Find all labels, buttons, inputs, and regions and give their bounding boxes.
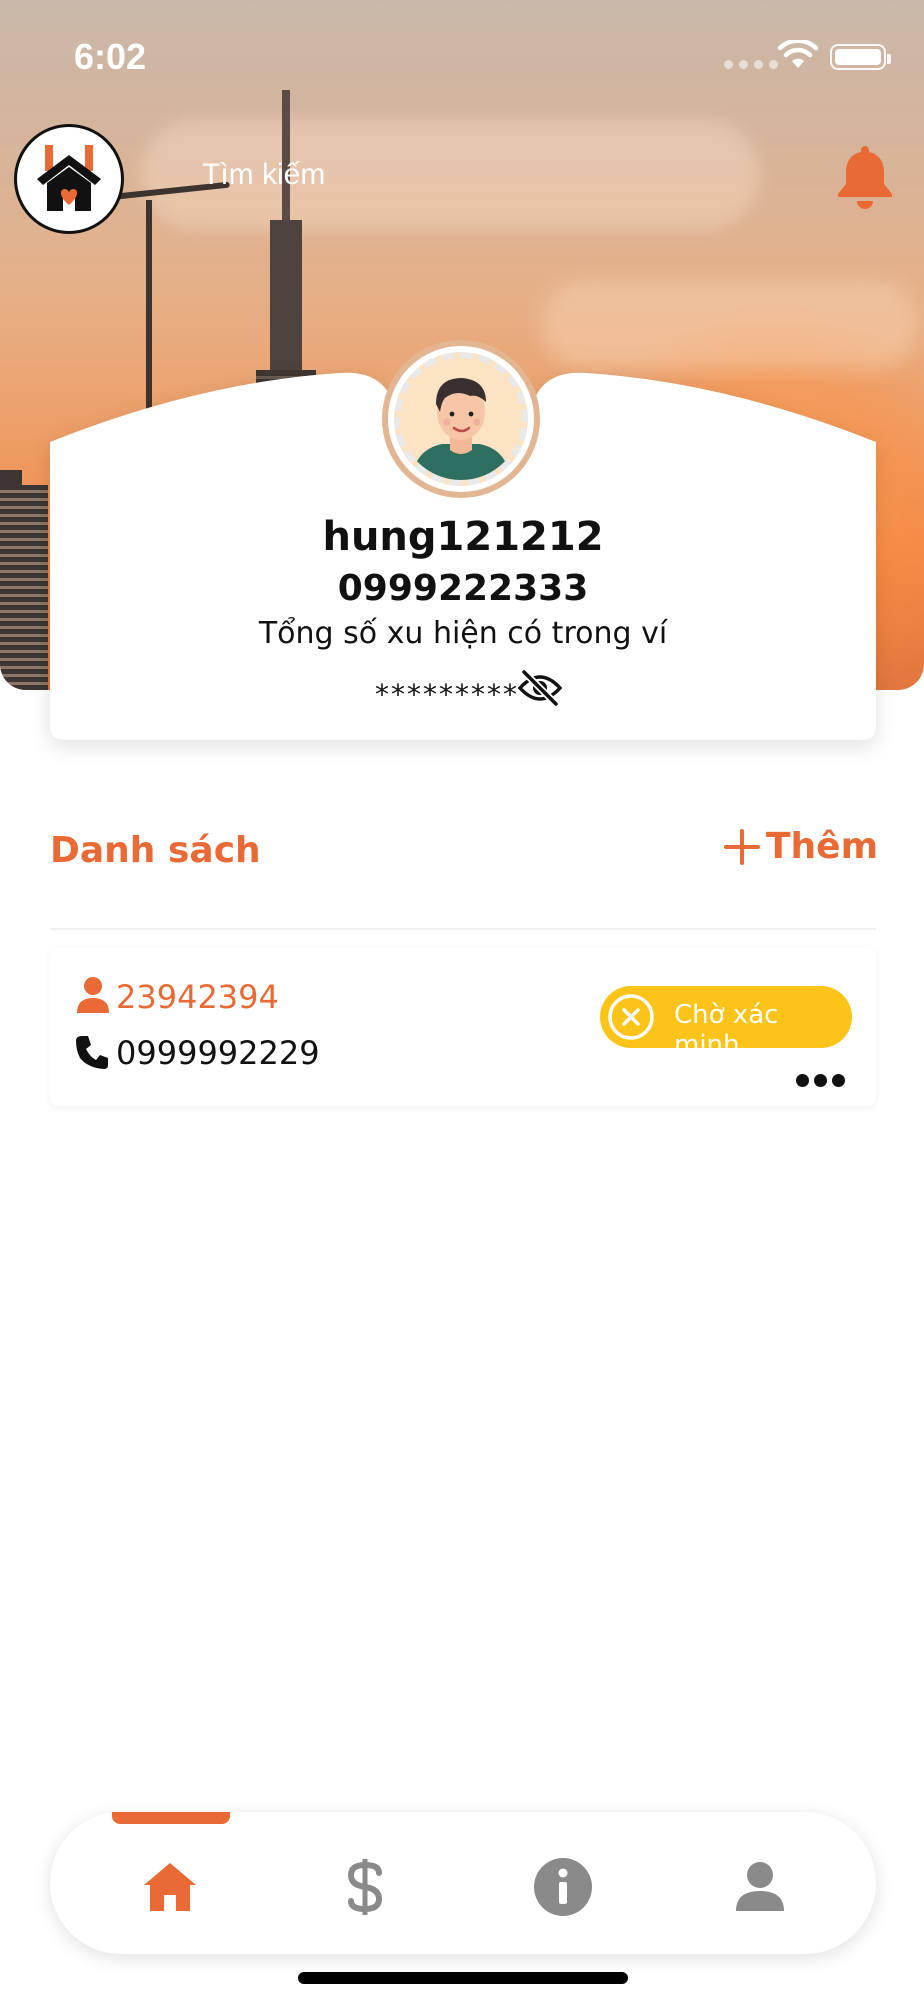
bottom-navigation bbox=[50, 1812, 876, 1954]
battery-icon bbox=[830, 44, 891, 70]
status-bar: 6:02 bbox=[0, 0, 924, 110]
phone-icon bbox=[76, 1036, 108, 1069]
house-logo-icon bbox=[37, 145, 101, 211]
wallet-balance-hidden: ********* bbox=[375, 678, 519, 711]
app-logo[interactable] bbox=[14, 124, 124, 234]
wifi-icon bbox=[778, 40, 818, 68]
nav-profile[interactable] bbox=[725, 1852, 795, 1922]
more-options-icon[interactable] bbox=[796, 1074, 845, 1087]
status-time: 6:02 bbox=[74, 36, 147, 77]
wallet-label: Tổng số xu hiện có trong ví bbox=[258, 616, 668, 651]
active-tab-indicator bbox=[112, 1812, 230, 1824]
eye-slash-icon[interactable] bbox=[518, 670, 562, 706]
nav-home[interactable] bbox=[135, 1852, 205, 1922]
profile-username: hung121212 bbox=[322, 514, 604, 560]
user-icon bbox=[77, 977, 109, 1013]
search-button[interactable]: Tìm kiếm bbox=[202, 158, 325, 192]
profile-phone: 0999222333 bbox=[337, 568, 589, 609]
close-circle-icon bbox=[608, 994, 654, 1040]
list-item[interactable]: 23942394 0999992229 Chờ xác minh bbox=[50, 948, 876, 1106]
divider bbox=[50, 928, 876, 930]
avatar-illustration-icon bbox=[412, 378, 510, 480]
status-badge-label: Chờ xác minh bbox=[674, 1000, 779, 1060]
item-phone: 0999992229 bbox=[116, 1034, 320, 1072]
nav-info[interactable] bbox=[528, 1852, 598, 1922]
status-badge[interactable]: Chờ xác minh bbox=[600, 986, 852, 1060]
cellular-signal-icon bbox=[724, 60, 778, 69]
item-id: 23942394 bbox=[116, 978, 279, 1016]
dollar-icon bbox=[347, 1859, 383, 1915]
plus-icon bbox=[724, 828, 760, 865]
home-icon bbox=[144, 1863, 196, 1911]
home-indicator[interactable] bbox=[298, 1972, 628, 1984]
list-title: Danh sách bbox=[50, 830, 261, 871]
notification-bell-icon[interactable] bbox=[836, 144, 894, 210]
avatar[interactable] bbox=[382, 340, 540, 498]
user-icon bbox=[736, 1862, 784, 1911]
add-button-label: Thêm bbox=[766, 826, 879, 867]
info-icon bbox=[534, 1858, 592, 1916]
add-button[interactable]: Thêm bbox=[724, 826, 878, 867]
nav-wallet[interactable] bbox=[330, 1852, 400, 1922]
profile-card: hung121212 0999222333 Tổng số xu hiện có… bbox=[50, 340, 876, 740]
